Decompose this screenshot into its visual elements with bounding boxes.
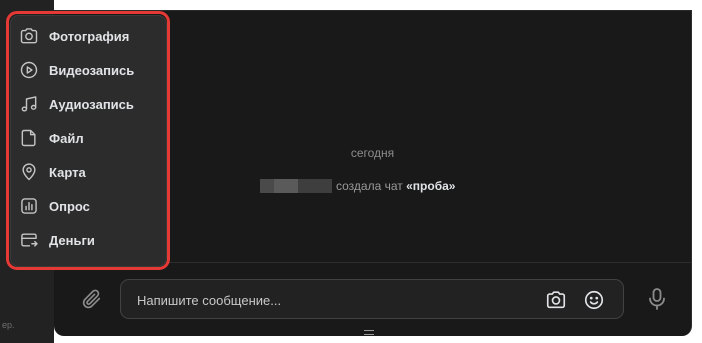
camera-button[interactable] bbox=[545, 289, 567, 311]
service-message: создала чат «проба» bbox=[260, 179, 455, 193]
redacted-name-part bbox=[298, 179, 332, 193]
menu-item-map[interactable]: Карта bbox=[10, 157, 167, 187]
camera-icon bbox=[546, 291, 566, 309]
poll-chart-icon bbox=[18, 195, 40, 217]
sidebar-truncated-text: ер. bbox=[2, 320, 15, 330]
menu-item-audio[interactable]: Аудиозапись bbox=[10, 89, 167, 119]
music-note-icon bbox=[18, 93, 40, 115]
redacted-name-part bbox=[274, 179, 298, 193]
attach-button[interactable] bbox=[78, 285, 106, 313]
message-composer bbox=[54, 263, 691, 336]
menu-item-file[interactable]: Файл bbox=[10, 123, 167, 153]
attach-menu: Фотография Видеозапись Аудиозапись Файл … bbox=[10, 15, 167, 267]
smile-icon bbox=[584, 290, 604, 310]
file-icon bbox=[18, 127, 40, 149]
voice-message-button[interactable] bbox=[644, 284, 670, 314]
service-message-text: создала чат bbox=[336, 179, 403, 193]
menu-item-label: Файл bbox=[49, 130, 84, 146]
menu-item-label: Видеозапись bbox=[49, 62, 135, 78]
menu-item-label: Опрос bbox=[49, 198, 90, 214]
map-pin-icon bbox=[18, 161, 40, 183]
resize-handle[interactable] bbox=[364, 330, 374, 335]
menu-item-photo[interactable]: Фотография bbox=[10, 21, 167, 51]
emoji-button[interactable] bbox=[583, 289, 605, 311]
paperclip-icon bbox=[82, 289, 101, 309]
message-input[interactable] bbox=[135, 289, 519, 311]
message-box bbox=[120, 279, 624, 319]
menu-item-poll[interactable]: Опрос bbox=[10, 191, 167, 221]
redacted-name-part bbox=[260, 179, 274, 193]
microphone-icon bbox=[649, 288, 665, 310]
menu-item-label: Деньги bbox=[49, 232, 95, 248]
camera-icon bbox=[18, 25, 40, 47]
money-card-icon bbox=[18, 229, 40, 251]
menu-item-label: Фотография bbox=[49, 28, 130, 44]
menu-item-label: Аудиозапись bbox=[49, 96, 134, 112]
panel-top-border bbox=[54, 10, 691, 11]
menu-item-money[interactable]: Деньги bbox=[10, 225, 167, 255]
menu-item-video[interactable]: Видеозапись bbox=[10, 55, 167, 85]
video-play-icon bbox=[18, 59, 40, 81]
service-message-chat-name: «проба» bbox=[406, 179, 456, 193]
menu-item-label: Карта bbox=[49, 164, 86, 180]
